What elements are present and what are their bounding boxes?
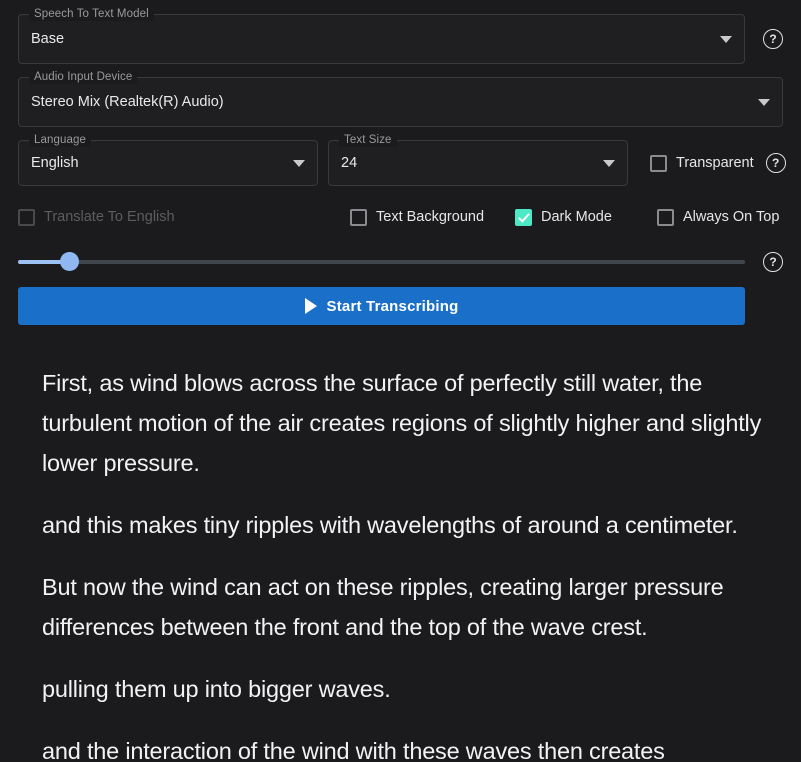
transparent-checkbox-label: Transparent	[676, 155, 754, 171]
settings-panel: Speech To Text Model Base ? Audio Input …	[0, 0, 801, 325]
text-size-legend: Text Size	[339, 133, 397, 147]
language-textsize-row: Language English Text Size 24 Transparen…	[18, 133, 786, 186]
transcript-paragraph: and this makes tiny ripples with wavelen…	[42, 512, 738, 538]
audio-input-device-row: Audio Input Device Stereo Mix (Realtek(R…	[18, 70, 783, 127]
transcription-app-window: Speech To Text Model Base ? Audio Input …	[0, 0, 801, 762]
chevron-down-icon[interactable]	[758, 98, 770, 106]
translate-to-english-checkbox-label: Translate To English	[44, 209, 175, 225]
text-size-select[interactable]: 24	[329, 141, 627, 185]
chevron-down-icon[interactable]	[603, 159, 615, 167]
help-glyph: ?	[771, 155, 780, 170]
transparent-checkbox[interactable]: Transparent	[650, 154, 754, 172]
speech-to-text-model-group: Speech To Text Model Base	[18, 7, 745, 64]
help-icon-model[interactable]: ?	[763, 29, 783, 49]
chevron-down-icon[interactable]	[293, 159, 305, 167]
language-group: Language English	[18, 133, 318, 186]
transcript-paragraph: But now the wind can act on these ripple…	[42, 574, 724, 640]
language-select[interactable]: English	[19, 141, 317, 185]
speech-to-text-model-row: Speech To Text Model Base ?	[18, 7, 783, 64]
transcript-paragraph: pulling them up into bigger waves.	[42, 676, 391, 702]
options-checkbox-row: Translate To English Text Background Dar…	[18, 200, 783, 234]
slider-thumb[interactable]	[59, 252, 79, 271]
speech-to-text-model-legend: Speech To Text Model	[29, 7, 154, 21]
slider-track[interactable]	[18, 260, 745, 264]
checkbox-box	[650, 154, 667, 172]
checkbox-box	[350, 208, 367, 226]
text-size-group: Text Size 24	[328, 133, 628, 186]
checkbox-box	[18, 208, 35, 226]
language-value: English	[31, 155, 79, 171]
text-background-checkbox-label: Text Background	[376, 209, 485, 225]
transcript-paragraph: and the interaction of the wind with the…	[42, 738, 665, 762]
start-transcribing-button[interactable]: Start Transcribing	[18, 287, 745, 325]
volume-slider-row: ?	[18, 248, 783, 276]
chevron-down-icon[interactable]	[720, 35, 732, 43]
translate-to-english-checkbox[interactable]: Translate To English	[18, 208, 318, 226]
speech-to-text-model-value: Base	[31, 31, 65, 47]
checkbox-box	[515, 208, 533, 226]
text-background-checkbox[interactable]: Text Background	[350, 208, 485, 226]
audio-input-device-value: Stereo Mix (Realtek(R) Audio)	[31, 94, 224, 110]
audio-input-device-legend: Audio Input Device	[29, 70, 138, 84]
dark-mode-checkbox[interactable]: Dark Mode	[515, 208, 612, 226]
speech-to-text-model-select[interactable]: Base	[19, 15, 744, 63]
audio-input-device-select[interactable]: Stereo Mix (Realtek(R) Audio)	[19, 78, 782, 126]
play-icon	[304, 298, 317, 314]
threshold-slider[interactable]	[18, 250, 745, 274]
always-on-top-checkbox[interactable]: Always On Top	[656, 208, 780, 226]
text-size-value: 24	[341, 155, 358, 171]
always-on-top-checkbox-label: Always On Top	[682, 209, 780, 225]
transcript-output[interactable]: First, as wind blows across the surface …	[0, 345, 801, 762]
start-transcribing-button-label: Start Transcribing	[326, 297, 459, 315]
help-glyph: ?	[769, 31, 777, 46]
help-icon-slider[interactable]: ?	[763, 252, 783, 272]
language-legend: Language	[29, 133, 91, 147]
help-icon-transparent[interactable]: ?	[765, 153, 786, 173]
transcript-paragraph: First, as wind blows across the surface …	[42, 370, 762, 476]
audio-input-device-group: Audio Input Device Stereo Mix (Realtek(R…	[18, 70, 783, 127]
checkbox-box	[656, 208, 674, 226]
help-glyph: ?	[769, 254, 777, 269]
dark-mode-checkbox-label: Dark Mode	[541, 209, 612, 225]
